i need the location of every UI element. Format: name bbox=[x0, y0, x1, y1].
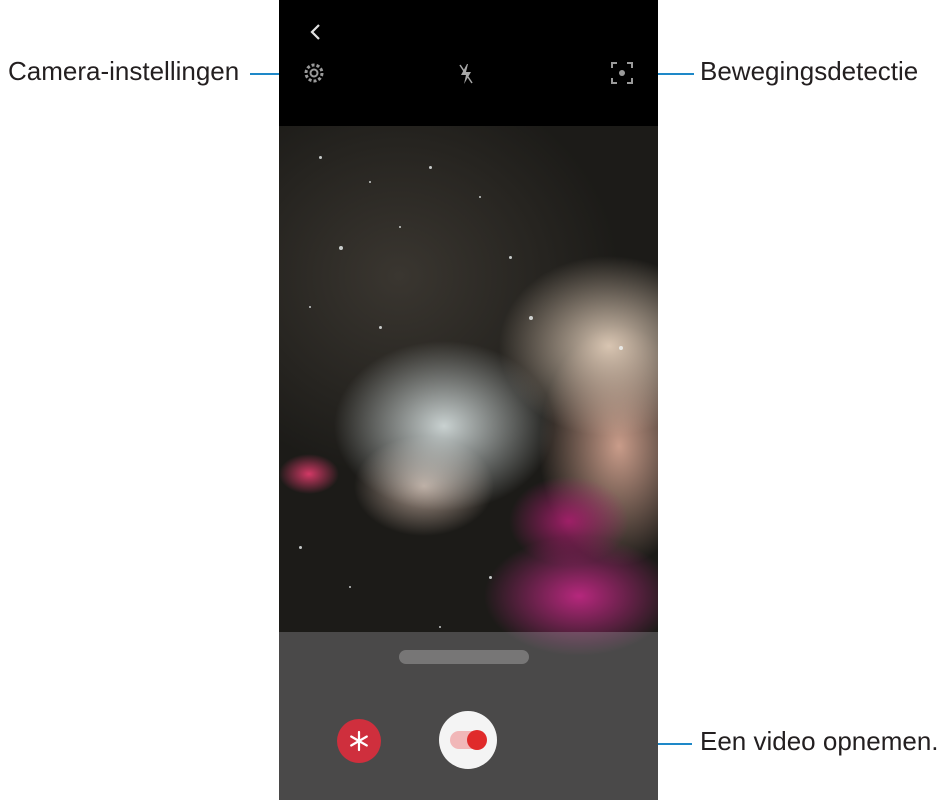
effect-button[interactable] bbox=[337, 719, 381, 763]
record-video-button[interactable] bbox=[439, 711, 497, 769]
hint-text-placeholder bbox=[399, 650, 529, 664]
callout-motion-detection: Bewegingsdetectie bbox=[700, 56, 919, 86]
flash-button[interactable] bbox=[455, 62, 477, 86]
snowflake-icon bbox=[350, 730, 368, 752]
record-dot bbox=[467, 730, 487, 750]
back-button[interactable] bbox=[303, 20, 327, 44]
phone-screen bbox=[279, 0, 658, 800]
chevron-left-icon bbox=[310, 24, 320, 40]
gear-icon bbox=[304, 63, 324, 83]
callout-record-video: Een video opnemen. bbox=[700, 726, 939, 756]
callout-camera-settings: Camera-instellingen bbox=[8, 56, 240, 86]
record-toggle-icon bbox=[450, 730, 487, 750]
flash-off-icon bbox=[459, 64, 473, 84]
motion-detection-icon bbox=[611, 62, 633, 84]
settings-button[interactable] bbox=[301, 60, 327, 86]
motion-detection-button[interactable] bbox=[609, 60, 635, 86]
